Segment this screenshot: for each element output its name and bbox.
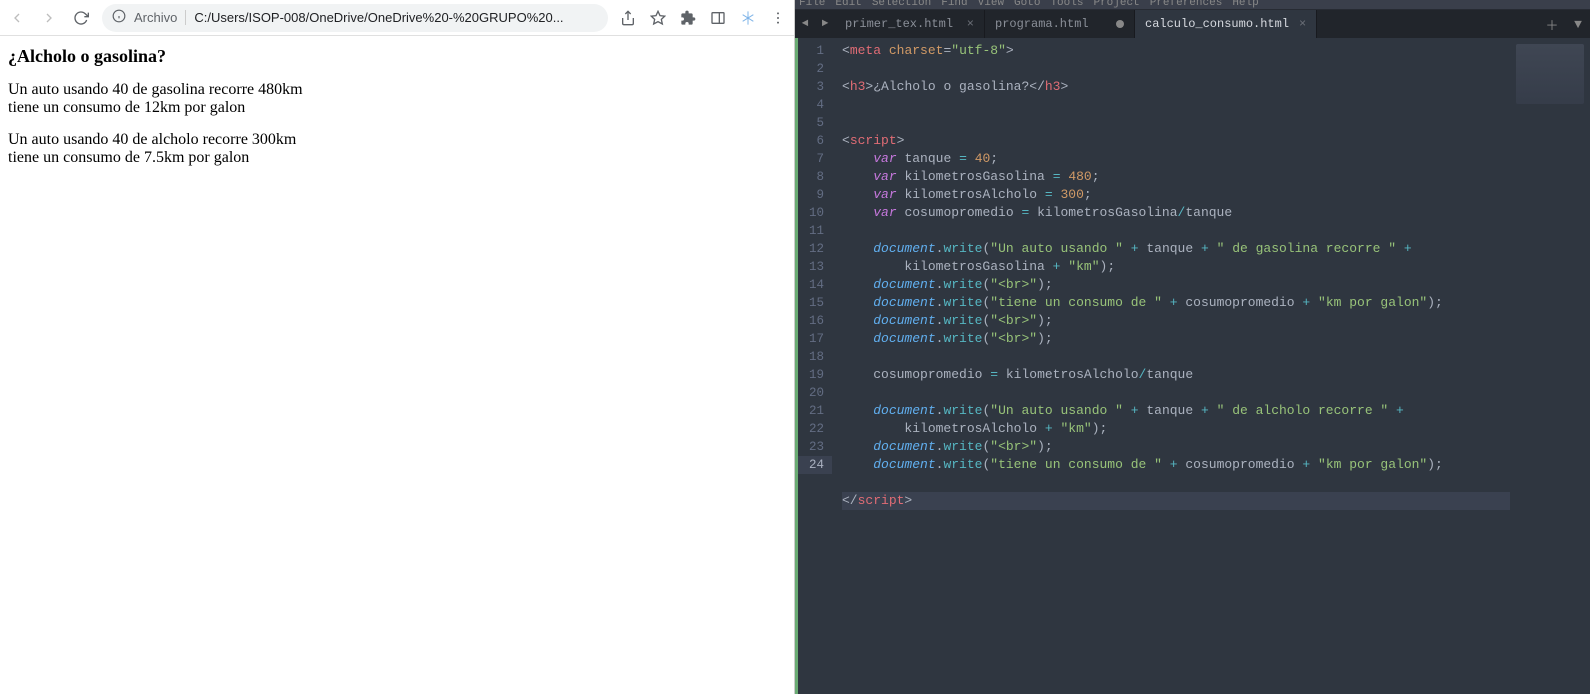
tab-next-icon[interactable]: ►	[815, 10, 835, 38]
tab-label: programa.html	[995, 17, 1089, 31]
menu-item[interactable]: Goto	[1014, 0, 1040, 9]
address-url: C:/Users/ISOP-008/OneDrive/OneDrive%20-%…	[194, 10, 598, 25]
star-icon[interactable]	[648, 8, 668, 28]
menu-item[interactable]: File	[799, 0, 825, 9]
menu-item[interactable]: Edit	[835, 0, 861, 9]
page-heading: ¿Alcholo o gasolina?	[8, 46, 786, 67]
tab-programa[interactable]: programa.html	[985, 10, 1135, 38]
editor-window: File Edit Selection Find View Goto Tools…	[795, 0, 1590, 694]
close-icon[interactable]: ×	[967, 17, 974, 31]
menu-item[interactable]: Tools	[1050, 0, 1083, 9]
close-icon[interactable]: ×	[1299, 17, 1306, 31]
menu-item[interactable]: Preferences	[1150, 0, 1223, 9]
address-bar[interactable]: Archivo C:/Users/ISOP-008/OneDrive/OneDr…	[102, 4, 608, 32]
editor-tabs: ◄ ► primer_tex.html × programa.html calc…	[795, 10, 1590, 38]
menu-item[interactable]: View	[978, 0, 1004, 9]
code-text[interactable]: <meta charset="utf-8"> <h3>¿Alcholo o ga…	[832, 38, 1510, 694]
new-tab-button[interactable]: ＋	[1538, 10, 1566, 38]
text-line: Un auto usando 40 de gasolina recorre 48…	[8, 81, 303, 98]
browser-window: Archivo C:/Users/ISOP-008/OneDrive/OneDr…	[0, 0, 795, 694]
menu-item[interactable]: Selection	[872, 0, 931, 9]
browser-toolbar: Archivo C:/Users/ISOP-008/OneDrive/OneDr…	[0, 0, 794, 36]
line-gutter: 123456789101112131415161718192021222324	[798, 38, 832, 694]
tab-primer-tex[interactable]: primer_tex.html ×	[835, 10, 985, 38]
editor-menu-bar[interactable]: File Edit Selection Find View Goto Tools…	[795, 0, 1590, 10]
text-line: tiene un consumo de 12km por galon	[8, 99, 245, 116]
menu-item[interactable]: Help	[1232, 0, 1258, 9]
menu-item[interactable]: Find	[941, 0, 967, 9]
extensions-icon[interactable]	[678, 8, 698, 28]
paragraph-1: Un auto usando 40 de gasolina recorre 48…	[8, 81, 786, 117]
panel-icon[interactable]	[708, 8, 728, 28]
tab-label: calculo_consumo.html	[1145, 17, 1289, 31]
text-line: tiene un consumo de 7.5km por galon	[8, 149, 249, 166]
menu-icon[interactable]	[768, 8, 788, 28]
tab-menu-icon[interactable]: ▼	[1566, 10, 1590, 38]
share-icon[interactable]	[618, 8, 638, 28]
reload-button[interactable]	[70, 7, 92, 29]
back-button[interactable]	[6, 7, 28, 29]
address-scheme: Archivo	[134, 10, 186, 25]
tab-label: primer_tex.html	[845, 17, 953, 31]
info-icon	[112, 9, 126, 26]
forward-button[interactable]	[38, 7, 60, 29]
browser-viewport: ¿Alcholo o gasolina? Un auto usando 40 d…	[0, 36, 794, 191]
snowflake-icon[interactable]	[738, 8, 758, 28]
minimap-viewport[interactable]	[1516, 44, 1584, 104]
dirty-indicator-icon	[1116, 20, 1124, 28]
text-line: Un auto usando 40 de alcholo recorre 300…	[8, 131, 296, 148]
paragraph-2: Un auto usando 40 de alcholo recorre 300…	[8, 131, 786, 167]
tab-calculo-consumo[interactable]: calculo_consumo.html ×	[1135, 10, 1317, 38]
code-area[interactable]: 123456789101112131415161718192021222324 …	[795, 38, 1590, 694]
minimap[interactable]	[1510, 38, 1590, 694]
menu-item[interactable]: Project	[1093, 0, 1139, 9]
tab-prev-icon[interactable]: ◄	[795, 10, 815, 38]
